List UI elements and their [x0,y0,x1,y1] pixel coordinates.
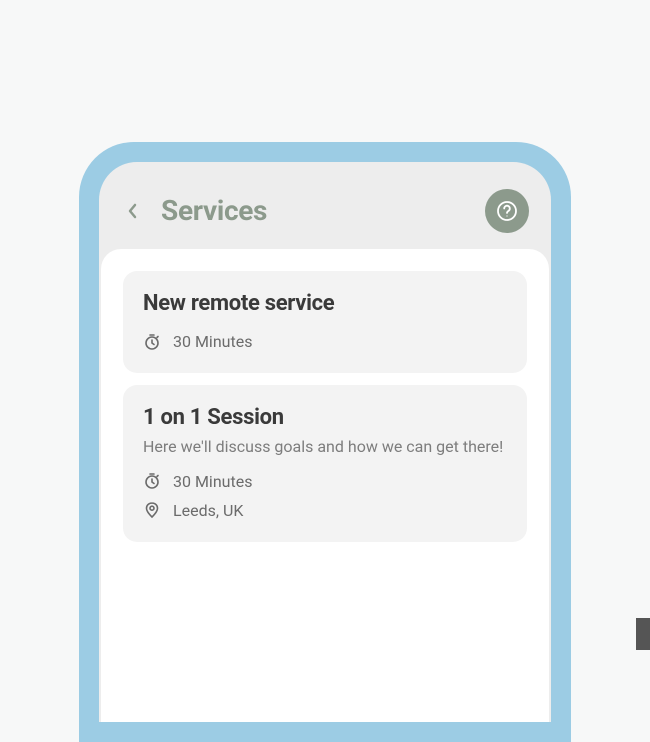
phone-screen: Services New remote service [99,162,551,722]
service-title: New remote service [143,291,507,316]
content-area: New remote service 30 Minutes 1 on 1 Ses… [101,249,549,722]
page-title: Services [161,194,267,227]
service-card[interactable]: 1 on 1 Session Here we'll discuss goals … [123,385,527,542]
timer-icon [143,472,161,490]
chevron-left-icon [127,202,139,220]
phone-frame: Services New remote service [79,142,571,742]
timer-icon [143,333,161,351]
duration-row: 30 Minutes [143,332,507,351]
location-row: Leeds, UK [143,501,507,520]
help-button[interactable] [485,189,529,233]
service-card[interactable]: New remote service 30 Minutes [123,271,527,373]
service-title: 1 on 1 Session [143,405,507,430]
duration-row: 30 Minutes [143,472,507,491]
question-mark-icon [496,200,518,222]
location-text: Leeds, UK [173,501,243,520]
corner-tab [636,618,650,650]
back-button[interactable] [121,199,145,223]
service-description: Here we'll discuss goals and how we can … [143,436,507,458]
header: Services [99,162,551,249]
duration-text: 30 Minutes [173,332,252,351]
duration-text: 30 Minutes [173,472,252,491]
location-pin-icon [143,501,161,519]
